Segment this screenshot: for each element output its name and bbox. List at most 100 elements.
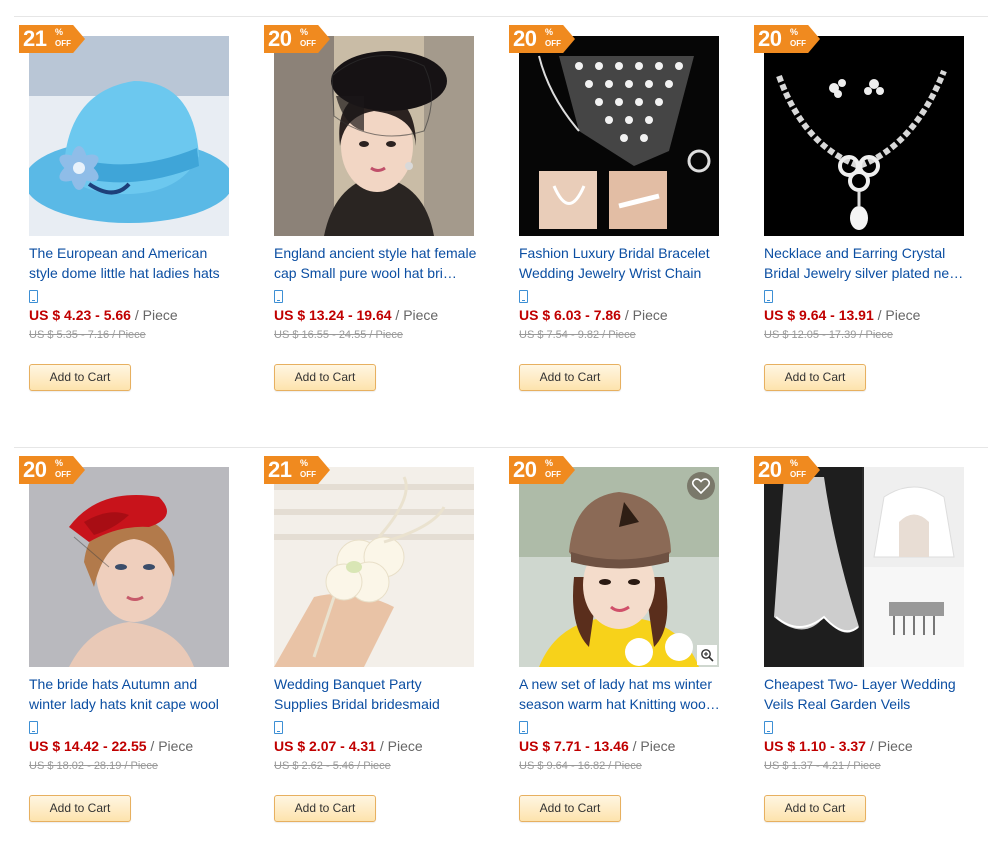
add-to-cart-button[interactable]: Add to Cart — [519, 364, 621, 391]
discount-badge: 20 % OFF — [19, 456, 85, 484]
price-unit: / Piece — [865, 738, 913, 754]
product-title-link[interactable]: Cheapest Two- Layer Wedding Veils Real G… — [764, 674, 969, 716]
price: US $ 2.07 - 4.31 / Piece — [274, 738, 423, 754]
original-price: US $ 7.54 - 9.82 / Piece — [519, 329, 636, 341]
price-unit: / Piece — [391, 307, 439, 323]
product-card: 20 % OFF Cheapest Two- Layer Wedding Vei… — [754, 447, 974, 847]
add-to-cart-button[interactable]: Add to Cart — [764, 364, 866, 391]
discount-badge: 20 % OFF — [509, 456, 575, 484]
discount-badge: 20 % OFF — [509, 25, 575, 53]
price: US $ 6.03 - 7.86 / Piece — [519, 307, 668, 323]
discount-badge: 21 % OFF — [19, 25, 85, 53]
product-title-link[interactable]: Necklace and Earring Crystal Bridal Jewe… — [764, 243, 969, 285]
product-title-link[interactable]: The European and American style dome lit… — [29, 243, 234, 285]
percent-sign: % — [545, 27, 554, 37]
discount-badge: 20 % OFF — [754, 25, 820, 53]
percent-sign: % — [545, 458, 554, 468]
discount-value: 20 — [23, 457, 47, 482]
add-to-cart-button[interactable]: Add to Cart — [274, 364, 376, 391]
discount-value: 20 — [513, 457, 537, 482]
product-card: 20 % OFF The bride hats Autumn and winte… — [19, 447, 239, 847]
original-price: US $ 5.35 - 7.16 / Piece — [29, 329, 146, 341]
product-image[interactable] — [29, 467, 229, 667]
mobile-icon — [764, 290, 773, 303]
percent-sign: % — [300, 27, 309, 37]
price: US $ 4.23 - 5.66 / Piece — [29, 307, 178, 323]
product-image[interactable] — [274, 467, 474, 667]
price: US $ 9.64 - 13.91 / Piece — [764, 307, 920, 323]
zoom-icon[interactable] — [697, 645, 717, 665]
heart-icon[interactable] — [687, 472, 715, 500]
mobile-icon — [29, 721, 38, 734]
price-range: US $ 13.24 - 19.64 — [274, 307, 392, 323]
product-title-link[interactable]: Fashion Luxury Bridal Bracelet Wedding J… — [519, 243, 724, 285]
original-price: US $ 16.55 - 24.55 / Piece — [274, 329, 404, 341]
product-title-link[interactable]: The bride hats Autumn and winter lady ha… — [29, 674, 234, 716]
price-unit: / Piece — [375, 738, 423, 754]
price-unit: / Piece — [873, 307, 921, 323]
mobile-icon — [274, 721, 283, 734]
price-unit: / Piece — [620, 307, 668, 323]
original-price: US $ 2.62 - 5.46 / Piece — [274, 760, 391, 772]
add-to-cart-button[interactable]: Add to Cart — [29, 795, 131, 822]
price: US $ 14.42 - 22.55 / Piece — [29, 738, 193, 754]
percent-sign: % — [300, 458, 309, 468]
price: US $ 7.71 - 13.46 / Piece — [519, 738, 675, 754]
product-image[interactable] — [764, 36, 964, 236]
discount-value: 20 — [758, 26, 782, 51]
mobile-icon — [274, 290, 283, 303]
product-card: 20 % OFF England ancient style hat femal… — [264, 16, 484, 416]
add-to-cart-button[interactable]: Add to Cart — [29, 364, 131, 391]
product-image[interactable] — [519, 467, 719, 667]
price-range: US $ 2.07 - 4.31 — [274, 738, 376, 754]
product-image[interactable] — [519, 36, 719, 236]
original-price: US $ 9.64 - 16.82 / Piece — [519, 760, 642, 772]
mobile-icon — [29, 290, 38, 303]
price-unit: / Piece — [130, 307, 178, 323]
off-label: OFF — [790, 470, 806, 479]
mobile-icon — [519, 721, 528, 734]
discount-badge: 20 % OFF — [754, 456, 820, 484]
discount-value: 21 — [268, 457, 292, 482]
off-label: OFF — [300, 470, 316, 479]
original-price: US $ 12.05 - 17.39 / Piece — [764, 329, 894, 341]
off-label: OFF — [545, 39, 561, 48]
product-image[interactable] — [274, 36, 474, 236]
product-grid: 21 % OFF The European and American style… — [0, 0, 1002, 843]
discount-badge: 20 % OFF — [264, 25, 330, 53]
price: US $ 1.10 - 3.37 / Piece — [764, 738, 913, 754]
off-label: OFF — [300, 39, 316, 48]
price-range: US $ 4.23 - 5.66 — [29, 307, 131, 323]
off-label: OFF — [545, 470, 561, 479]
percent-sign: % — [55, 27, 64, 37]
add-to-cart-button[interactable]: Add to Cart — [274, 795, 376, 822]
discount-badge: 21 % OFF — [264, 456, 330, 484]
price-unit: / Piece — [628, 738, 676, 754]
discount-value: 20 — [513, 26, 537, 51]
product-card: 20 % OFF Necklace and Earring Crystal Br… — [754, 16, 974, 416]
percent-sign: % — [790, 27, 799, 37]
original-price: US $ 18.02 - 28.19 / Piece — [29, 760, 159, 772]
product-image[interactable] — [764, 467, 964, 667]
mobile-icon — [519, 290, 528, 303]
product-card: 20 % OFF — [509, 16, 729, 416]
discount-value: 20 — [268, 26, 292, 51]
product-image[interactable] — [29, 36, 229, 236]
original-price: US $ 1.37 - 4.21 / Piece — [764, 760, 881, 772]
product-title-link[interactable]: Wedding Banquet Party Supplies Bridal br… — [274, 674, 479, 716]
price-range: US $ 1.10 - 3.37 — [764, 738, 866, 754]
mobile-icon — [764, 721, 773, 734]
price-range: US $ 9.64 - 13.91 — [764, 307, 874, 323]
off-label: OFF — [55, 470, 71, 479]
price-range: US $ 7.71 - 13.46 — [519, 738, 629, 754]
price-range: US $ 6.03 - 7.86 — [519, 307, 621, 323]
discount-value: 20 — [758, 457, 782, 482]
add-to-cart-button[interactable]: Add to Cart — [519, 795, 621, 822]
product-title-link[interactable]: A new set of lady hat ms winter season w… — [519, 674, 724, 716]
off-label: OFF — [790, 39, 806, 48]
product-title-link[interactable]: England ancient style hat female cap Sma… — [274, 243, 479, 285]
product-card: 20 % OFF — [509, 447, 729, 847]
add-to-cart-button[interactable]: Add to Cart — [764, 795, 866, 822]
product-card: 21 % OFF The European and American style… — [19, 16, 239, 416]
off-label: OFF — [55, 39, 71, 48]
